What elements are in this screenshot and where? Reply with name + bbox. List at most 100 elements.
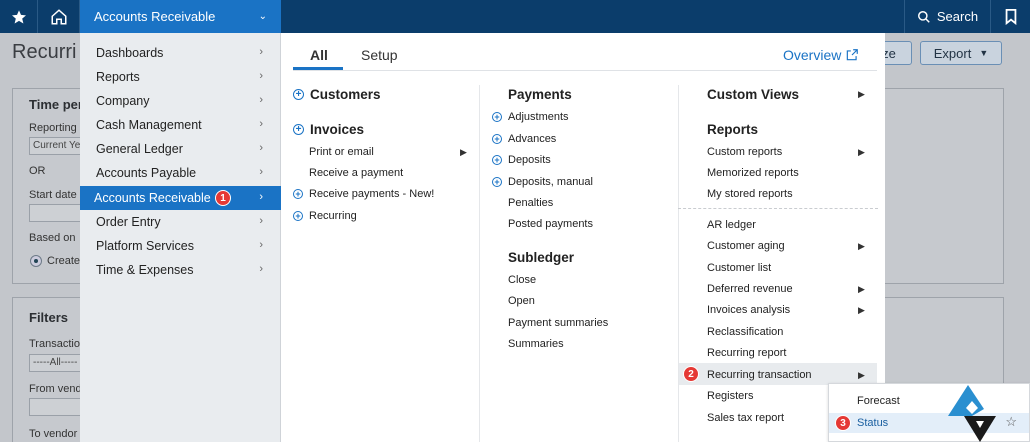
favorites-button[interactable] bbox=[0, 0, 38, 33]
invoices-label: Invoices bbox=[310, 122, 365, 137]
home-button[interactable] bbox=[38, 0, 80, 33]
module-menu: Dashboards › Reports › Company › Cash Manag… bbox=[80, 33, 281, 442]
chevron-right-icon: › bbox=[259, 118, 263, 130]
advances-link[interactable]: + Advances bbox=[492, 133, 556, 145]
tab-setup[interactable]: Setup bbox=[361, 47, 398, 63]
custom-views-link[interactable]: Custom Views bbox=[707, 87, 799, 102]
posted-payments-link[interactable]: Posted payments bbox=[508, 218, 593, 230]
menu-item-company[interactable]: Company › bbox=[80, 89, 281, 113]
chevron-right-icon: › bbox=[259, 166, 263, 178]
menu-item-label: Company bbox=[96, 94, 150, 108]
logo-watermark bbox=[948, 385, 996, 442]
customers-label: Customers bbox=[310, 87, 381, 102]
payment-summaries-link[interactable]: Payment summaries bbox=[508, 317, 608, 329]
menu-item-dashboards[interactable]: Dashboards › bbox=[80, 41, 281, 65]
overview-label: Overview bbox=[783, 47, 842, 63]
from-vendor-label: From vendo bbox=[29, 383, 88, 395]
menu-item-order-entry[interactable]: Order Entry › bbox=[80, 210, 281, 234]
payments-heading: Payments bbox=[508, 87, 572, 102]
recurring-transaction-link[interactable]: Recurring transaction bbox=[707, 369, 812, 381]
advances-label: Advances bbox=[508, 133, 557, 145]
adjustments-link[interactable]: + Adjustments bbox=[492, 111, 569, 123]
reporting-label: Reporting bbox=[29, 122, 77, 134]
reclassification-link[interactable]: Reclassification bbox=[707, 326, 783, 338]
export-button[interactable]: Export ▼ bbox=[920, 41, 1002, 65]
plus-circle-icon: + bbox=[293, 124, 304, 135]
tab-all[interactable]: All bbox=[310, 47, 328, 63]
from-vendor-input[interactable] bbox=[29, 398, 83, 416]
transaction-label: Transaction bbox=[29, 338, 87, 350]
menu-item-label: Dashboards bbox=[96, 46, 164, 60]
plus-circle-icon: + bbox=[492, 112, 502, 122]
deposits-manual-link[interactable]: + Deposits, manual bbox=[492, 176, 593, 188]
time-period-heading: Time peri bbox=[29, 97, 87, 112]
start-date-label: Start date bbox=[29, 189, 77, 201]
menu-item-time-expenses[interactable]: Time & Expenses › bbox=[80, 258, 281, 282]
print-or-email-link[interactable]: Print or email bbox=[309, 146, 374, 158]
registers-link[interactable]: Registers bbox=[707, 390, 753, 402]
menu-panel: All Setup Overview + Customers + Invoices … bbox=[281, 33, 885, 442]
search-button[interactable]: Search bbox=[904, 0, 990, 33]
column-divider bbox=[678, 85, 679, 442]
transaction-select[interactable]: -----All----- bbox=[29, 354, 83, 372]
created-radio[interactable] bbox=[30, 255, 42, 267]
customer-aging-link[interactable]: Customer aging bbox=[707, 240, 785, 252]
customers-link[interactable]: + Customers bbox=[293, 87, 381, 102]
plus-circle-icon: + bbox=[492, 134, 502, 144]
menu-item-general-ledger[interactable]: General Ledger › bbox=[80, 137, 281, 161]
chevron-right-icon: › bbox=[259, 94, 263, 106]
menu-item-accounts-payable[interactable]: Accounts Payable › bbox=[80, 161, 281, 185]
adjustments-label: Adjustments bbox=[508, 111, 569, 123]
plus-circle-icon: + bbox=[492, 155, 502, 165]
recurring-link[interactable]: + Recurring bbox=[293, 210, 357, 222]
export-label: Export bbox=[933, 45, 972, 61]
based-on-label: Based on bbox=[29, 232, 76, 244]
custom-reports-link[interactable]: Custom reports bbox=[707, 146, 782, 158]
menu-item-label: Reports bbox=[96, 70, 140, 84]
star-icon bbox=[11, 9, 26, 23]
recurring-report-link[interactable]: Recurring report bbox=[707, 347, 786, 359]
open-link[interactable]: Open bbox=[508, 295, 535, 307]
start-date-input[interactable] bbox=[29, 204, 83, 222]
search-label: Search bbox=[936, 9, 979, 24]
receive-a-payment-link[interactable]: Receive a payment bbox=[309, 167, 403, 179]
star-outline-icon[interactable]: ☆ bbox=[1005, 414, 1017, 430]
home-icon bbox=[51, 8, 66, 24]
menu-item-reports[interactable]: Reports › bbox=[80, 65, 281, 89]
menu-item-label: General Ledger bbox=[96, 142, 183, 156]
overview-link[interactable]: Overview bbox=[783, 47, 859, 63]
chevron-right-icon: › bbox=[259, 70, 263, 82]
status-label: Status bbox=[857, 417, 889, 429]
summaries-link[interactable]: Summaries bbox=[508, 338, 564, 350]
section-divider bbox=[678, 208, 878, 209]
memorized-reports-link[interactable]: Memorized reports bbox=[707, 167, 799, 179]
deposits-label: Deposits bbox=[508, 154, 551, 166]
ar-ledger-link[interactable]: AR ledger bbox=[707, 219, 756, 231]
invoices-link[interactable]: + Invoices bbox=[293, 122, 364, 137]
step-badge: 2 bbox=[683, 366, 699, 382]
invoices-analysis-link[interactable]: Invoices analysis bbox=[707, 304, 790, 316]
my-stored-reports-link[interactable]: My stored reports bbox=[707, 188, 793, 200]
module-selector[interactable]: Accounts Receivable ⌄ bbox=[80, 0, 281, 33]
deferred-revenue-link[interactable]: Deferred revenue bbox=[707, 283, 793, 295]
menu-item-cash-management[interactable]: Cash Management › bbox=[80, 113, 281, 137]
menu-item-platform-services[interactable]: Platform Services › bbox=[80, 234, 281, 258]
menu-item-accounts-receivable[interactable]: Accounts Receivable 1 › bbox=[80, 186, 281, 210]
penalties-link[interactable]: Penalties bbox=[508, 197, 553, 209]
reports-heading: Reports bbox=[707, 122, 759, 137]
plus-circle-icon: + bbox=[293, 189, 303, 199]
sales-tax-report-link[interactable]: Sales tax report bbox=[707, 412, 784, 424]
recurring-label: Recurring bbox=[309, 210, 357, 222]
caret-right-icon: ▶ bbox=[858, 241, 865, 251]
customer-list-link[interactable]: Customer list bbox=[707, 262, 771, 274]
caret-right-icon: ▶ bbox=[858, 147, 865, 157]
page-title: Recurri bbox=[12, 41, 77, 63]
close-link[interactable]: Close bbox=[508, 274, 536, 286]
menu-item-label: Platform Services bbox=[96, 239, 194, 253]
deposits-link[interactable]: + Deposits bbox=[492, 154, 551, 166]
step-badge: 3 bbox=[835, 415, 851, 431]
bookmark-button[interactable] bbox=[990, 0, 1030, 33]
receive-payments-new-link[interactable]: + Receive payments - New! bbox=[293, 188, 434, 200]
chevron-right-icon: › bbox=[259, 263, 263, 275]
reporting-select[interactable]: Current Ye bbox=[29, 137, 83, 155]
